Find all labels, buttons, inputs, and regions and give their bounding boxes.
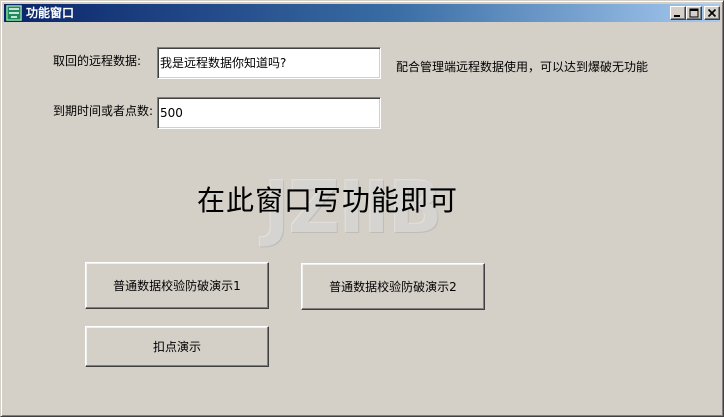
expiry-label: 到期时间或者点数: xyxy=(53,104,154,118)
demo2-button[interactable]: 普通数据校验防破演示2 xyxy=(301,263,485,310)
maximize-button[interactable] xyxy=(686,6,702,20)
maximize-icon xyxy=(689,8,699,18)
title-bar[interactable]: 功能窗口 xyxy=(4,4,720,22)
app-icon xyxy=(6,5,22,21)
deduct-button[interactable]: 扣点演示 xyxy=(85,326,269,367)
remote-data-label: 取回的远程数据: xyxy=(53,54,142,68)
demo1-button[interactable]: 普通数据校验防破演示1 xyxy=(85,262,269,309)
remote-data-field[interactable]: 我是远程数据你知道吗? xyxy=(157,47,381,79)
placeholder-text: 在此窗口写功能即可 xyxy=(197,184,459,217)
minimize-icon xyxy=(674,15,680,17)
remote-data-hint: 配合管理端远程数据使用，可以达到爆破无功能 xyxy=(396,60,649,74)
main-window: 功能窗口 取回的远程数据: 我是远程数据你知道吗? 配合管理端远程数据使用，可以… xyxy=(0,0,724,417)
expiry-field[interactable]: 500 xyxy=(157,97,381,129)
close-button[interactable] xyxy=(704,6,720,20)
minimize-button[interactable] xyxy=(670,6,686,20)
window-title: 功能窗口 xyxy=(26,6,75,20)
close-icon xyxy=(707,8,717,18)
